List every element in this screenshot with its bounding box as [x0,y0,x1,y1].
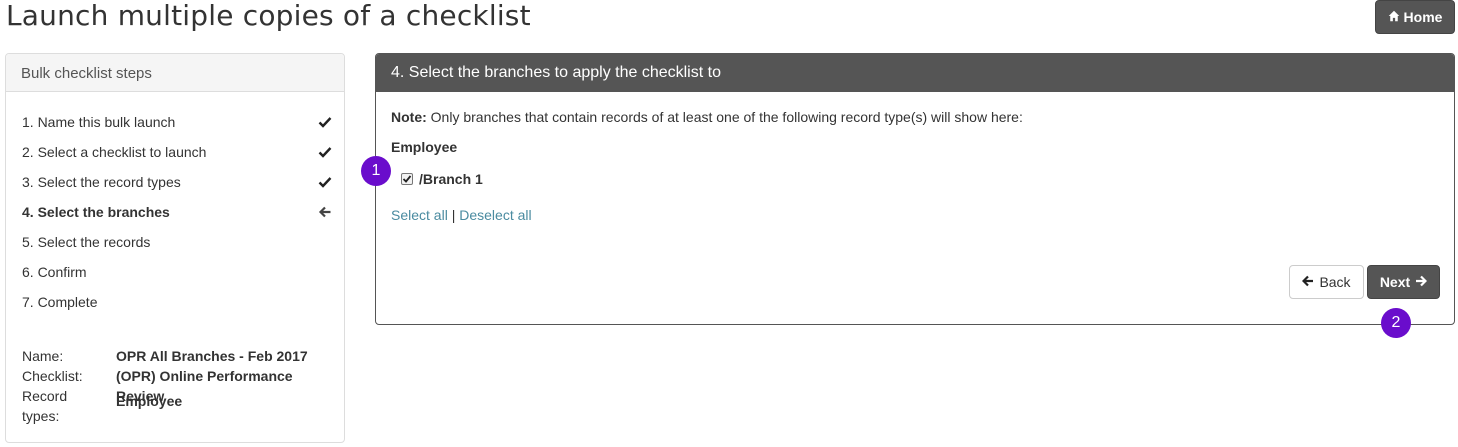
deselect-all-link[interactable]: Deselect all [459,207,531,223]
step-label: 6. Confirm [22,264,87,280]
step-label: 3. Select the record types [22,174,181,190]
step-label: 1. Name this bulk launch [22,114,176,130]
step-select-checklist: 2. Select a checklist to launch [22,142,332,162]
annotation-badge-2: 2 [1381,308,1411,338]
sidebar-header: Bulk checklist steps [6,54,344,92]
step-complete: 7. Complete [22,292,332,312]
next-button-label: Next [1379,274,1411,290]
link-separator: | [447,207,460,223]
step-select-records: 5. Select the records [22,232,332,252]
bulk-steps-sidebar: Bulk checklist steps 1. Name this bulk l… [5,53,345,443]
step-label: 4. Select the branches [22,204,170,220]
record-type-heading: Employee [391,139,458,155]
branch-checkbox[interactable] [401,173,413,185]
branch-row[interactable]: /Branch 1 [401,171,483,187]
arrow-left-icon [1302,274,1314,290]
summary-record-types-label-cont: types: [22,408,60,424]
home-button[interactable]: Home [1375,0,1455,34]
step-label: 2. Select a checklist to launch [22,144,207,160]
step-name-bulk-launch: 1. Name this bulk launch [22,112,332,132]
next-button[interactable]: Next [1367,265,1440,299]
note-label: Note: [391,109,427,125]
select-all-link[interactable]: Select all [391,207,448,223]
back-button-label: Back [1319,274,1351,290]
check-icon [318,145,332,159]
arrow-left-icon [318,205,332,219]
summary-record-types-label: Record [22,388,68,404]
branch-label[interactable]: /Branch 1 [419,171,483,187]
summary-name-value: OPR All Branches - Feb 2017 [116,348,308,364]
arrow-right-icon [1415,274,1428,290]
step-select-record-types: 3. Select the record types [22,172,332,192]
page-title: Launch multiple copies of a checklist [6,0,531,32]
step-label: 7. Complete [22,294,98,310]
step-label: 5. Select the records [22,234,151,250]
home-button-label: Home [1403,9,1443,25]
check-icon [318,115,332,129]
select-links: Select all | Deselect all [391,207,532,223]
home-icon [1388,9,1400,25]
panel-header: 4. Select the branches to apply the chec… [376,54,1454,92]
branches-panel: 4. Select the branches to apply the chec… [375,53,1455,325]
back-button[interactable]: Back [1289,265,1364,299]
summary-record-types-value: Employee [116,393,183,409]
step-select-branches: 4. Select the branches [22,202,332,222]
annotation-badge-1: 1 [361,156,391,186]
summary-name-label: Name: [22,348,64,364]
step-confirm: 6. Confirm [22,262,332,282]
note-text: Note: Only branches that contain records… [391,109,1023,125]
note-body: Only branches that contain records of at… [426,109,1023,125]
summary-checklist-label: Checklist: [22,368,83,384]
check-icon [318,175,332,189]
